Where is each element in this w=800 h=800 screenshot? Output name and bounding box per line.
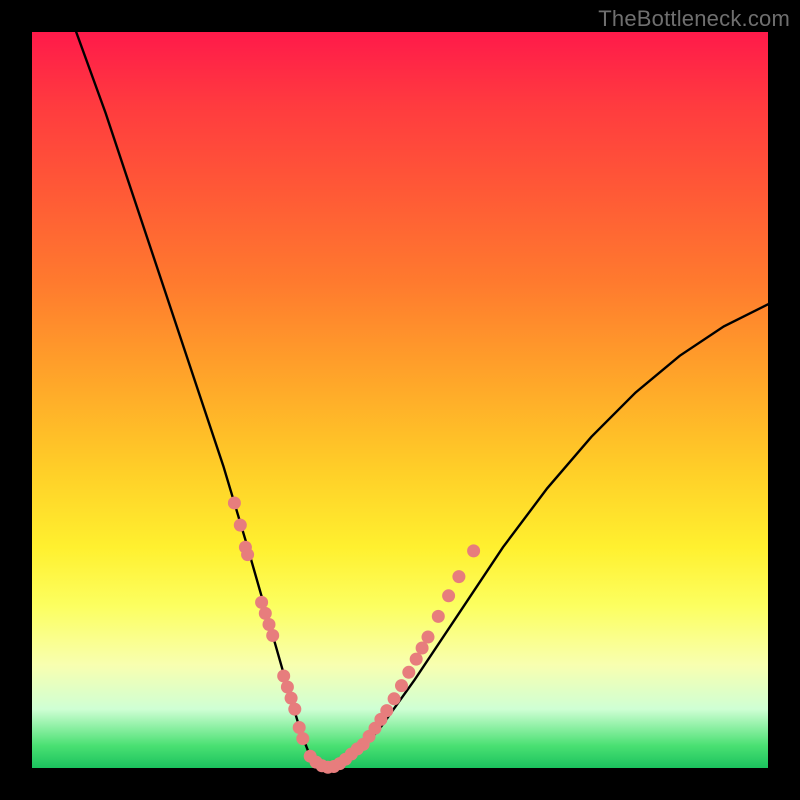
data-marker — [293, 721, 306, 734]
data-marker — [281, 681, 294, 694]
data-marker — [266, 629, 279, 642]
chart-svg — [32, 32, 768, 768]
data-marker — [442, 589, 455, 602]
data-marker — [259, 607, 272, 620]
data-marker — [395, 679, 408, 692]
data-marker — [234, 519, 247, 532]
data-marker — [263, 618, 276, 631]
chart-frame: TheBottleneck.com — [0, 0, 800, 800]
data-marker — [422, 631, 435, 644]
data-marker — [416, 642, 429, 655]
data-marker — [380, 704, 393, 717]
data-marker — [241, 548, 254, 561]
data-marker — [452, 570, 465, 583]
data-marker — [410, 653, 423, 666]
data-marker — [351, 742, 364, 755]
data-marker — [285, 692, 298, 705]
data-marker — [402, 666, 415, 679]
data-marker — [288, 703, 301, 716]
plot-area — [32, 32, 768, 768]
data-marker — [296, 732, 309, 745]
data-marker — [228, 497, 241, 510]
data-marker — [277, 670, 290, 683]
data-marker — [255, 596, 268, 609]
marker-layer — [228, 497, 480, 774]
watermark-text: TheBottleneck.com — [598, 6, 790, 32]
data-marker — [467, 544, 480, 557]
data-marker — [432, 610, 445, 623]
data-marker — [388, 692, 401, 705]
